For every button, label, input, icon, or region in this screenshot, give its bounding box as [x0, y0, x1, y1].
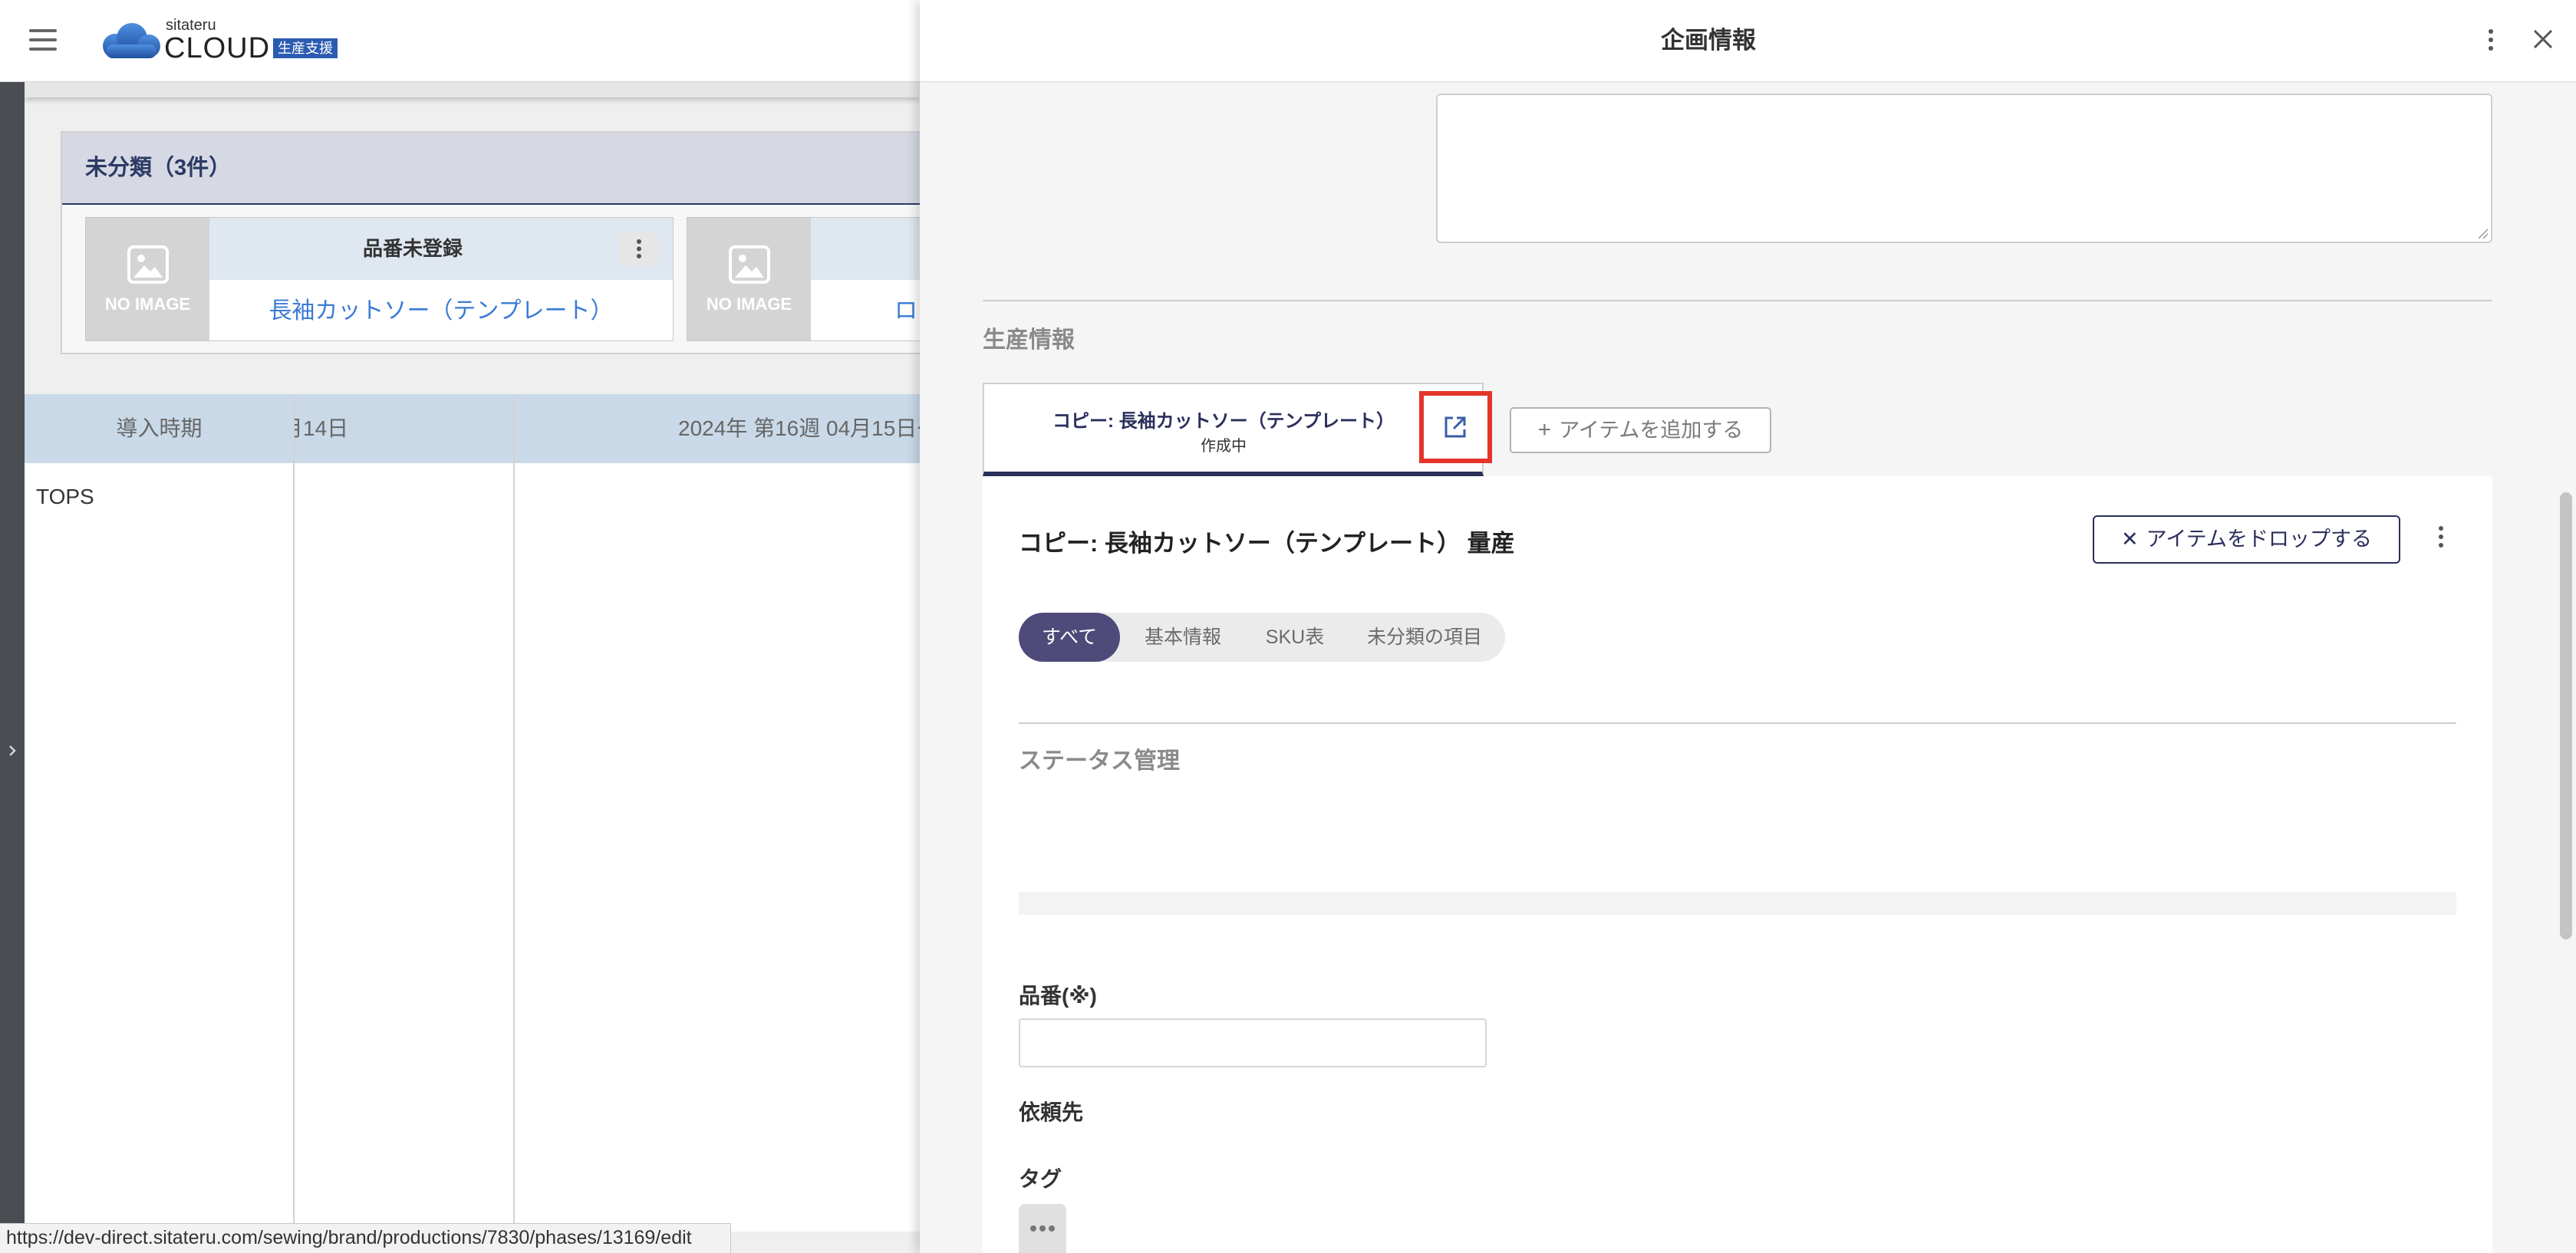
drop-item-button[interactable]: ✕ アイテムをドロップする — [2093, 515, 2400, 564]
vendor-label: 依頼先 — [1019, 1100, 1084, 1124]
kebab-icon[interactable] — [2434, 524, 2448, 550]
kebab-icon — [637, 239, 641, 258]
item-title: コピー: 長袖カットソー（テンプレート） 量産 — [1019, 530, 1515, 557]
production-info-title: 生産情報 — [983, 327, 1075, 353]
status-management-title: ステータス管理 — [1019, 748, 1180, 774]
column-header-week: 2024年 第16週 04月15日〜 — [514, 394, 920, 463]
logo-wordmark: CLOUD — [164, 32, 271, 64]
resize-handle-icon[interactable] — [2477, 228, 2489, 240]
item-detail-panel: コピー: 長袖カットソー（テンプレート） 量産 ✕ アイテムをドロップする すべて… — [983, 476, 2492, 1253]
app-logo[interactable]: sitateru CLOUD 生産支援 — [95, 17, 356, 66]
hamburger-icon[interactable] — [29, 29, 57, 52]
column-header-week-label: 2024年 第16週 04月15日〜 — [678, 416, 920, 440]
add-item-button[interactable]: + アイテムを追加する — [1510, 407, 1771, 453]
card-product-code: 品番未登録 — [362, 237, 463, 260]
card-code-strip: 品番未登録 — [209, 218, 673, 280]
image-placeholder-icon — [127, 245, 169, 284]
segment-all[interactable]: すべて — [1019, 613, 1120, 662]
drawer-header: 企画情報 — [920, 0, 2576, 82]
segment-unclassified[interactable]: 未分類の項目 — [1344, 613, 1505, 662]
x-icon: ✕ — [2121, 528, 2139, 551]
sticky-toolbar-edge — [25, 82, 920, 97]
product-code-input[interactable] — [1019, 1018, 1487, 1067]
section-filter-segments: すべて 基本情報 SKU表 未分類の項目 — [1019, 613, 1505, 662]
add-item-label: アイテムを追加する — [1559, 419, 1744, 442]
group-header[interactable]: 未分類（3件） — [62, 133, 920, 205]
unclassified-group: 未分類（3件） NO IMAGE 品番未登録 長袖カットソー（テンプレート） N… — [61, 131, 920, 354]
item-tab-active[interactable]: コピー: 長袖カットソー（テンプレート） 作成中 — [983, 383, 1484, 476]
item-tab-label: コピー: 長袖カットソー（テンプレート） — [1052, 411, 1395, 432]
no-image-label: NO IMAGE — [706, 294, 792, 314]
item-card[interactable]: NO IMAGE 品番未登録 長袖カットソー（テンプレート） — [85, 217, 674, 341]
section-divider — [983, 300, 2492, 301]
app-header: sitateru CLOUD 生産支援 — [0, 0, 920, 82]
column-header-week-label: 月14日 — [294, 416, 349, 440]
no-image-label: NO IMAGE — [104, 294, 191, 314]
column-divider — [293, 394, 295, 1232]
card-item-link[interactable]: ロン — [811, 280, 920, 342]
drawer-scrollbar[interactable] — [2560, 492, 2572, 939]
cloud-logo-icon — [103, 23, 160, 58]
column-header-period: 導入時期 — [116, 416, 203, 440]
more-dots-icon[interactable] — [1019, 1204, 1066, 1253]
segment-basic-info[interactable]: 基本情報 — [1120, 613, 1246, 662]
card-thumbnail: NO IMAGE — [86, 218, 209, 340]
card-menu-button[interactable] — [620, 232, 658, 265]
status-placeholder-band — [1019, 892, 2456, 915]
memo-textarea[interactable] — [1436, 94, 2492, 243]
group-title: 未分類（3件） — [85, 156, 232, 180]
section-divider — [1019, 722, 2456, 724]
item-card[interactable]: NO IMAGE ロン — [687, 217, 920, 341]
plan-info-drawer: 企画情報 生産情報 コピー: 長袖カットソー（テンプレート） 作成中 + アイテム… — [920, 0, 2576, 1253]
column-header-week: 月14日 — [294, 394, 514, 463]
column-divider — [513, 394, 515, 1232]
highlight-box — [1419, 391, 1492, 463]
segment-sku-table[interactable]: SKU表 — [1246, 613, 1344, 662]
close-icon[interactable] — [2531, 27, 2555, 51]
link-status-bar: https://dev-direct.sitateru.com/sewing/b… — [0, 1223, 731, 1253]
row-category-label: TOPS — [36, 485, 94, 508]
tags-label: タグ — [1019, 1167, 1062, 1191]
plus-icon: + — [1537, 417, 1552, 442]
side-rail — [0, 82, 25, 1253]
drawer-title: 企画情報 — [1661, 27, 1756, 54]
card-item-link[interactable]: 長袖カットソー（テンプレート） — [209, 280, 673, 342]
drop-item-label: アイテムをドロップする — [2146, 528, 2372, 551]
external-link-icon[interactable] — [1442, 414, 1468, 440]
logo-badge: 生産支援 — [273, 38, 338, 58]
card-thumbnail: NO IMAGE — [687, 218, 811, 340]
item-tab-status: 作成中 — [1201, 438, 1247, 455]
kebab-icon[interactable] — [2483, 26, 2499, 54]
production-board: sitateru CLOUD 生産支援 未分類（3件） NO IMAGE 品番未… — [0, 0, 920, 1253]
product-code-label: 品番(※) — [1019, 984, 1097, 1008]
image-placeholder-icon — [729, 245, 770, 284]
chevron-right-icon[interactable] — [6, 742, 18, 760]
card-code-strip — [811, 218, 920, 280]
schedule-table-body — [25, 463, 920, 1232]
